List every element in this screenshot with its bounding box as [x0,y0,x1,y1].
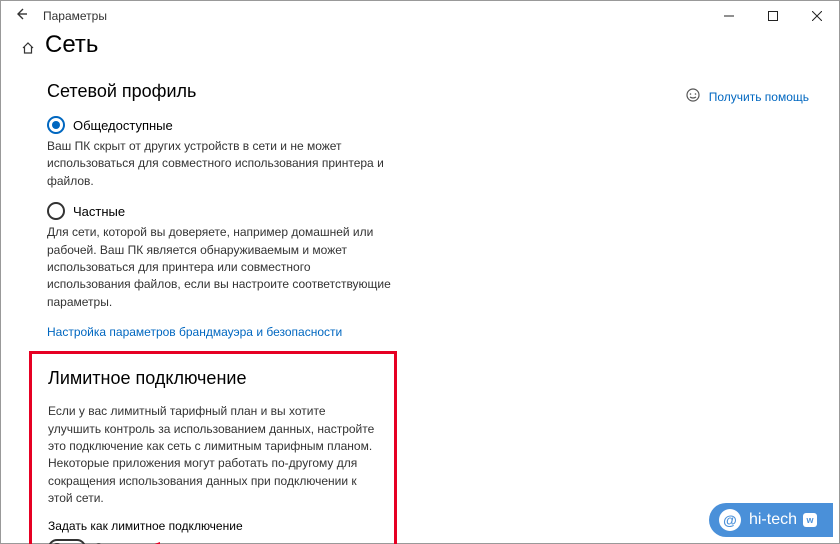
minimize-button[interactable] [707,1,751,31]
metered-toggle[interactable] [48,539,86,544]
radio-private-label: Частные [73,204,125,219]
radio-public[interactable]: Общедоступные [47,116,621,134]
help-link-label: Получить помощь [709,90,809,104]
page-title: Сеть [45,31,98,59]
watermark-text: hi-tech [749,511,797,529]
metered-toggle-label: Задать как лимитное подключение [48,519,378,533]
at-icon: @ [719,509,741,531]
watermark-badge: @ hi-tech w [709,503,833,537]
maximize-button[interactable] [751,1,795,31]
radio-icon-checked [47,116,65,134]
radio-private[interactable]: Частные [47,202,621,220]
help-icon [685,87,701,106]
radio-public-desc: Ваш ПК скрыт от других устройств в сети … [47,138,397,190]
radio-private-desc: Для сети, которой вы доверяете, например… [47,224,397,311]
close-button[interactable] [795,1,839,31]
radio-public-label: Общедоступные [73,118,173,133]
metered-desc1: Если у вас лимитный тарифный план и вы х… [48,403,378,507]
network-profile-heading: Сетевой профиль [47,81,621,102]
metered-heading: Лимитное подключение [48,368,378,389]
vk-icon: w [803,513,817,527]
back-icon[interactable] [13,6,29,27]
home-icon[interactable] [21,41,35,59]
metered-connection-highlight: Лимитное подключение Если у вас лимитный… [29,351,397,544]
radio-icon-unchecked [47,202,65,220]
get-help-link[interactable]: Получить помощь [685,87,809,106]
window-title: Параметры [43,9,107,23]
firewall-settings-link[interactable]: Настройка параметров брандмауэра и безоп… [47,325,342,339]
